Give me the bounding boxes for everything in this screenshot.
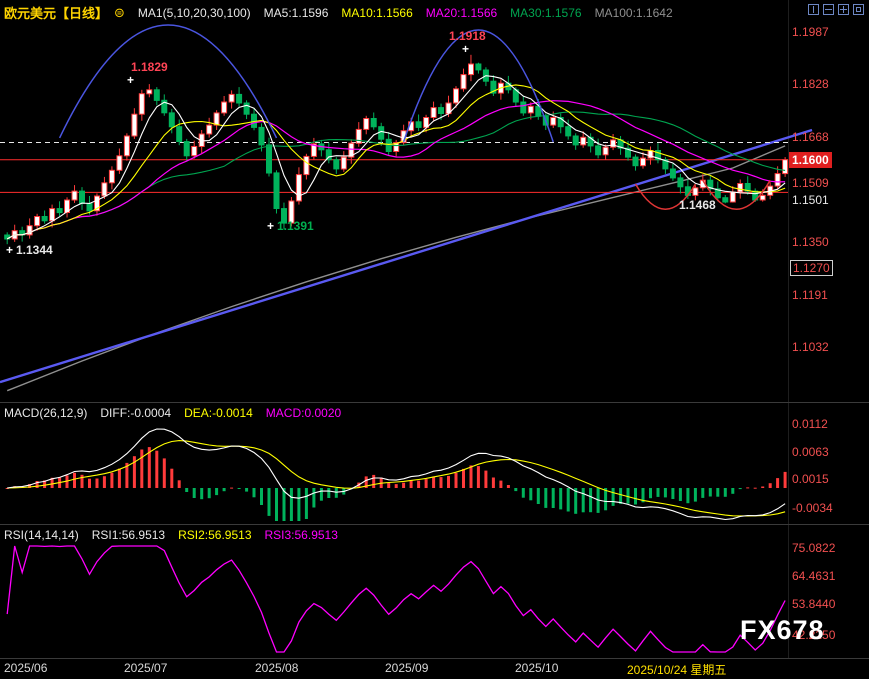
watermark: FX678 <box>740 615 825 646</box>
ma20-value: MA20:1.1566 <box>426 6 497 20</box>
price-chart-canvas[interactable] <box>0 0 869 679</box>
chart-toolbar <box>808 4 864 15</box>
symbol-menu-icon[interactable]: ⊜ <box>114 5 125 21</box>
pane-divider <box>0 524 869 525</box>
split-vertical-icon[interactable] <box>808 4 819 15</box>
x-axis-label: 2025/06 <box>4 661 47 675</box>
ma30-value: MA30:1.1576 <box>510 6 581 20</box>
split-horizontal-icon[interactable] <box>823 4 834 15</box>
ma10-value: MA10:1.1566 <box>341 6 412 20</box>
macd-dea-value: DEA:-0.0014 <box>184 406 253 420</box>
x-axis-label: 2025/10 <box>515 661 558 675</box>
macd-diff-value: DIFF:-0.0004 <box>100 406 171 420</box>
macd-legend-row: MACD(26,12,9) DIFF:-0.0004 DEA:-0.0014 M… <box>4 406 341 420</box>
current-date-label: 2025/10/24 星期五 <box>627 661 726 678</box>
x-axis-label: 2025/07 <box>124 661 167 675</box>
rsi2-value: RSI2:56.9513 <box>178 528 251 542</box>
grid-layout-icon[interactable] <box>838 4 849 15</box>
maximize-icon[interactable] <box>853 4 864 15</box>
rsi-group-label: RSI(14,14,14) <box>4 528 79 542</box>
x-axis-label: 2025/08 <box>255 661 298 675</box>
rsi3-value: RSI3:56.9513 <box>265 528 338 542</box>
main-legend-row: 欧元美元【日线】 ⊜ MA1(5,10,20,30,100) MA5:1.159… <box>4 3 673 22</box>
macd-hist-value: MACD:0.0020 <box>266 406 341 420</box>
ma100-value: MA100:1.1642 <box>595 6 673 20</box>
x-axis-label: 2025/09 <box>385 661 428 675</box>
rsi1-value: RSI1:56.9513 <box>92 528 165 542</box>
ma-group-label: MA1(5,10,20,30,100) <box>138 6 251 20</box>
ma5-value: MA5:1.1596 <box>264 6 329 20</box>
rsi-legend-row: RSI(14,14,14) RSI1:56.9513 RSI2:56.9513 … <box>4 528 338 542</box>
pane-divider <box>0 658 869 659</box>
page-title: 欧元美元【日线】 <box>4 3 108 22</box>
chart-window: 欧元美元【日线】 ⊜ MA1(5,10,20,30,100) MA5:1.159… <box>0 0 869 679</box>
macd-group-label: MACD(26,12,9) <box>4 406 87 420</box>
pane-divider <box>0 402 869 403</box>
